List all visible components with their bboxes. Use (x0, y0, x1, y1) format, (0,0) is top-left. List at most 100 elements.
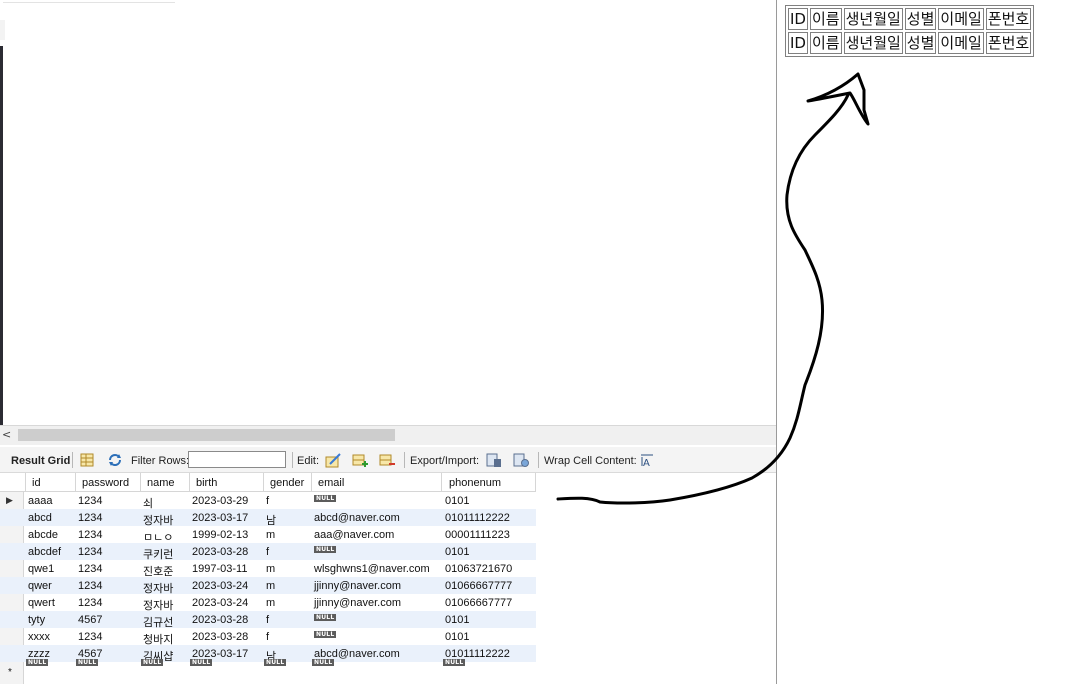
grid-cell-id[interactable]: abcdef (28, 546, 61, 558)
null-badge[interactable]: NULL (264, 659, 287, 666)
column-header-id[interactable]: id (32, 477, 41, 489)
grid-cell-id[interactable]: aaaa (28, 495, 52, 507)
column-divider[interactable] (25, 473, 26, 492)
grid-cell-phonenum[interactable]: 0101 (445, 631, 469, 643)
scroll-left-arrow-icon[interactable]: < (2, 428, 11, 441)
grid-cell-phonenum[interactable]: 0101 (445, 614, 469, 626)
export-icon[interactable] (486, 452, 502, 468)
null-badge[interactable]: NULL (312, 659, 335, 666)
grid-cell-email[interactable]: wlsghwns1@naver.com (314, 563, 430, 575)
grid-cell-gender[interactable]: f (266, 631, 269, 643)
filter-rows-input[interactable] (188, 451, 286, 468)
table-row[interactable]: qwert 1234 정자바 2023-03-24 m jjinny@naver.com 0… (0, 594, 536, 612)
grid-cell-birth[interactable]: 1999-02-13 (192, 529, 248, 541)
refresh-icon[interactable] (107, 452, 123, 468)
table-row[interactable]: tyty 4567 김규선 2023-03-28 f NULL 0101 (0, 611, 536, 629)
table-row[interactable]: abcdef 1234 쿠키런 2023-03-28 f NULL 0101 (0, 543, 536, 561)
grid-cell-id[interactable]: tyty (28, 614, 45, 626)
grid-cell-id[interactable]: xxxx (28, 631, 50, 643)
grid-cell-phonenum[interactable]: 0101 (445, 546, 469, 558)
grid-cell-email[interactable]: abcd@naver.com (314, 512, 400, 524)
column-header-password[interactable]: password (82, 477, 129, 489)
sql-editor[interactable] (0, 0, 776, 425)
grid-cell-gender[interactable]: f (266, 614, 269, 626)
column-divider[interactable] (535, 473, 536, 492)
column-divider[interactable] (75, 473, 76, 492)
grid-cell-phonenum[interactable]: 01066667777 (445, 597, 512, 609)
grid-cell-birth[interactable]: 2023-03-29 (192, 495, 248, 507)
column-divider[interactable] (441, 473, 442, 492)
grid-cell-gender[interactable]: f (266, 495, 269, 507)
result-grid[interactable]: id password name birth gender email phonenum ▶… (0, 473, 776, 684)
horizontal-scrollbar[interactable]: < (0, 425, 776, 445)
grid-cell-email[interactable]: jjinny@naver.com (314, 597, 401, 609)
null-badge[interactable]: NULL (314, 614, 337, 621)
column-divider[interactable] (311, 473, 312, 492)
wrap-text-icon[interactable]: A (639, 452, 655, 468)
scrollbar-thumb[interactable] (18, 429, 395, 441)
grid-cell-password[interactable]: 1234 (78, 563, 102, 575)
grid-cell-password[interactable]: 1234 (78, 529, 102, 541)
null-badge[interactable]: NULL (443, 659, 466, 666)
table-row[interactable]: qwer 1234 정자바 2023-03-24 m jjinny@naver.com 01… (0, 577, 536, 595)
grid-cell-password[interactable]: 4567 (78, 614, 102, 626)
table-row[interactable]: ▶ aaaa 1234 쇠 2023-03-29 f NULL 0101 (0, 492, 536, 510)
grid-cell-gender[interactable]: m (266, 597, 275, 609)
grid-cell-email[interactable]: jjinny@naver.com (314, 580, 401, 592)
grid-cell-password[interactable]: 1234 (78, 495, 102, 507)
column-header-birth[interactable]: birth (196, 477, 217, 489)
edit-cell-icon[interactable] (325, 452, 341, 468)
grid-cell-birth[interactable]: 2023-03-17 (192, 512, 248, 524)
table-row[interactable]: qwe1 1234 진호준 1997-03-11 m wlsghwns1@naver.co… (0, 560, 536, 578)
grid-cell-phonenum[interactable]: 01011112222 (445, 512, 510, 524)
import-icon[interactable] (513, 452, 529, 468)
column-header-gender[interactable]: gender (270, 477, 304, 489)
table-row[interactable]: xxxx 1234 청바지 2023-03-28 f NULL 0101 (0, 628, 536, 646)
grid-cell-id[interactable]: qwer (28, 580, 52, 592)
grid-cell-phonenum[interactable]: 01063721670 (445, 563, 512, 575)
null-badge[interactable]: NULL (314, 495, 337, 502)
grid-cell-password[interactable]: 1234 (78, 597, 102, 609)
grid-cell-id[interactable]: abcde (28, 529, 58, 541)
delete-row-icon[interactable] (379, 452, 395, 468)
grid-cell-password[interactable]: 1234 (78, 546, 102, 558)
column-divider[interactable] (263, 473, 264, 492)
grid-cell-phonenum[interactable]: 0101 (445, 495, 469, 507)
grid-cell-birth[interactable]: 2023-03-28 (192, 546, 248, 558)
grid-cell-birth[interactable]: 2023-03-24 (192, 580, 248, 592)
null-badge[interactable]: NULL (76, 659, 99, 666)
column-header-phonenum[interactable]: phonenum (449, 477, 501, 489)
null-badge[interactable]: NULL (190, 659, 213, 666)
grid-cell-email[interactable]: aaa@naver.com (314, 529, 394, 541)
grid-cell-gender[interactable]: f (266, 546, 269, 558)
grid-cell-password[interactable]: 1234 (78, 631, 102, 643)
grid-cell-id[interactable]: qwe1 (28, 563, 54, 575)
grid-cell-password[interactable]: 1234 (78, 580, 102, 592)
grid-cell-id[interactable]: qwert (28, 597, 55, 609)
null-badge[interactable]: NULL (26, 659, 49, 666)
grid-cell-phonenum[interactable]: 00001111223 (445, 529, 510, 541)
null-badge[interactable]: NULL (314, 546, 337, 553)
grid-cell-phonenum[interactable]: 01066667777 (445, 580, 512, 592)
grid-cell-gender[interactable]: m (266, 580, 275, 592)
grid-cell-birth[interactable]: 2023-03-24 (192, 597, 248, 609)
column-divider[interactable] (189, 473, 190, 492)
null-badge[interactable]: NULL (314, 631, 337, 638)
null-badge[interactable]: NULL (141, 659, 164, 666)
new-row[interactable]: * NULL NULL NULL NULL NULL NULL NULL (0, 659, 536, 679)
grid-cell-birth[interactable]: 1997-03-11 (192, 563, 247, 575)
grid-form-icon[interactable] (79, 452, 95, 468)
grid-cell-gender[interactable]: m (266, 529, 275, 541)
table-row[interactable]: abcd 1234 정자바 2023-03-17 남 abcd@naver.com 0101… (0, 509, 536, 527)
column-header-email[interactable]: email (318, 477, 344, 489)
table-row[interactable]: abcde 1234 ㅁㄴㅇ 1999-02-13 m aaa@naver.com 0000… (0, 526, 536, 544)
column-header-name[interactable]: name (147, 477, 175, 489)
grid-cell-birth[interactable]: 2023-03-28 (192, 614, 248, 626)
grid-cell-password[interactable]: 1234 (78, 512, 102, 524)
column-divider[interactable] (140, 473, 141, 492)
grid-cell-id[interactable]: abcd (28, 512, 52, 524)
grid-cell-birth[interactable]: 2023-03-28 (192, 631, 248, 643)
result-grid-tab[interactable]: Result Grid (11, 455, 70, 467)
add-row-icon[interactable] (352, 452, 368, 468)
grid-cell-gender[interactable]: m (266, 563, 275, 575)
